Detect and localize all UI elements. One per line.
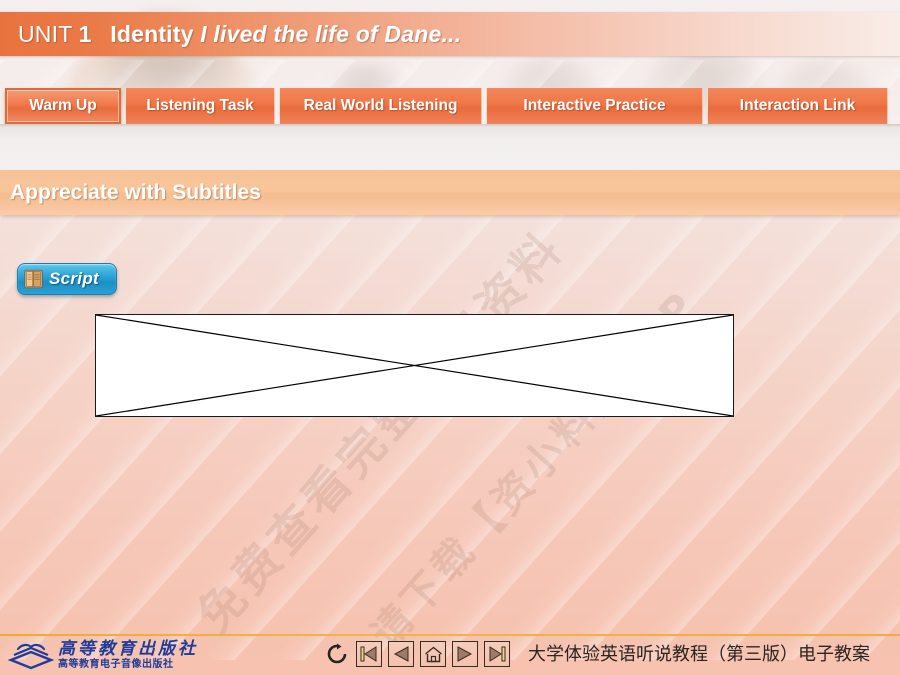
- tab-real-world-listening[interactable]: Real World Listening: [279, 88, 482, 124]
- tab-label: Listening Task: [146, 97, 254, 114]
- replay-button[interactable]: [324, 641, 350, 667]
- first-slide-button[interactable]: [356, 641, 382, 667]
- tab-warm-up[interactable]: Warm Up: [5, 88, 121, 124]
- slide-navigation-controls: [324, 641, 510, 667]
- tab-label: Real World Listening: [303, 97, 458, 114]
- footer-divider: [0, 634, 900, 636]
- previous-slide-icon: [393, 646, 409, 662]
- unit-title-bar: UNIT 1 Identity I lived the life of Dane…: [0, 12, 900, 56]
- tab-listening-task[interactable]: Listening Task: [125, 88, 275, 124]
- section-tab-bar: Warm Up Listening Task Real World Listen…: [0, 88, 900, 124]
- course-title: 大学体验英语听说教程（第三版）电子教案: [528, 644, 870, 665]
- slide-canvas: 免费查看完整学习资料 请下载【资小料】APP UNIT 1 Identity I…: [0, 0, 900, 675]
- section-title: Appreciate with Subtitles: [10, 180, 261, 204]
- previous-slide-button[interactable]: [388, 641, 414, 667]
- script-button-label: Script: [49, 269, 99, 288]
- watermark-line-1: 免费查看完整学习资料: [186, 219, 575, 643]
- home-button[interactable]: [420, 641, 446, 667]
- first-slide-icon: [360, 646, 377, 662]
- publisher-emblem-icon: [8, 643, 54, 670]
- tab-label: Interactive Practice: [523, 97, 666, 114]
- next-slide-icon: [457, 646, 473, 662]
- book-icon: [24, 269, 43, 289]
- tab-label: Interaction Link: [739, 97, 856, 114]
- replay-icon: [327, 643, 347, 664]
- tab-label: Warm Up: [29, 97, 97, 114]
- last-slide-icon: [489, 646, 506, 662]
- broken-image-cross-icon: [96, 315, 733, 416]
- publisher-logo-text: 高等教育出版社 高等教育电子音像出版社: [58, 638, 198, 670]
- publisher-logo: 高等教育出版社 高等教育电子音像出版社: [8, 637, 198, 673]
- tab-separator-band: [0, 124, 900, 170]
- last-slide-button[interactable]: [484, 641, 510, 667]
- next-slide-button[interactable]: [452, 641, 478, 667]
- unit-topic: Identity: [110, 20, 194, 47]
- script-button[interactable]: Script: [17, 263, 117, 295]
- page-title: UNIT 1 Identity I lived the life of Dane…: [18, 21, 461, 48]
- tab-interactive-practice[interactable]: Interactive Practice: [486, 88, 703, 124]
- unit-subtitle: I lived the life of Dane...: [200, 20, 462, 47]
- media-placeholder: [95, 314, 734, 417]
- publisher-subname: 高等教育电子音像出版社: [58, 658, 174, 670]
- home-icon: [424, 646, 442, 662]
- unit-number: 1: [78, 20, 92, 47]
- publisher-name: 高等教育出版社: [58, 638, 198, 659]
- tab-interaction-link[interactable]: Interaction Link: [707, 88, 888, 124]
- unit-label: UNIT: [18, 20, 73, 47]
- section-heading-bar: Appreciate with Subtitles: [0, 170, 900, 215]
